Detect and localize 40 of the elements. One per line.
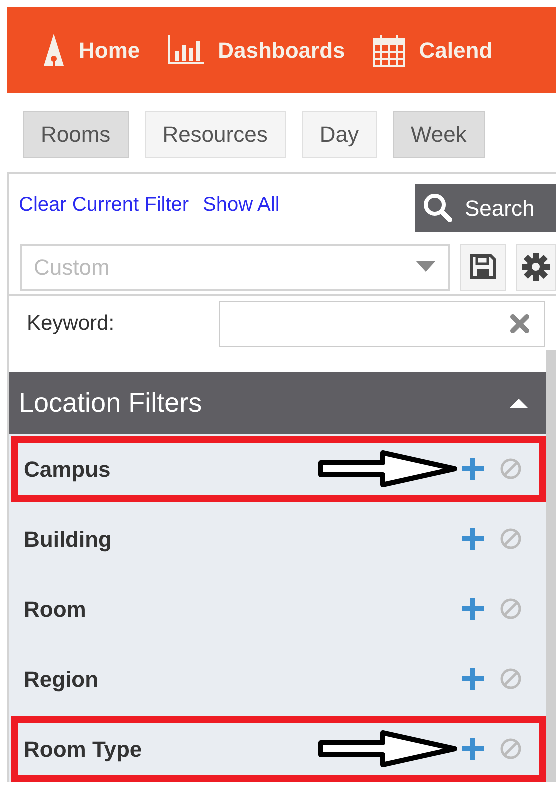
filter-link[interactable]: Clear Current Filter bbox=[19, 190, 190, 220]
disable-icon[interactable] bbox=[500, 668, 522, 690]
section-header[interactable]: Location Filters bbox=[9, 372, 546, 434]
filter-label: Building bbox=[24, 526, 113, 554]
view-tab[interactable]: Rooms bbox=[23, 111, 129, 158]
add-icon[interactable] bbox=[460, 456, 486, 482]
bar-chart-icon bbox=[168, 35, 204, 65]
view-tab[interactable]: Week bbox=[392, 111, 485, 158]
settings-button[interactable] bbox=[516, 244, 556, 290]
search-icon bbox=[423, 193, 453, 223]
add-icon[interactable] bbox=[460, 596, 486, 622]
search-button[interactable]: Search bbox=[415, 184, 556, 232]
add-icon[interactable] bbox=[460, 666, 486, 692]
view-tab[interactable]: Resources bbox=[144, 111, 286, 158]
disable-icon[interactable] bbox=[500, 528, 522, 550]
tower-icon bbox=[43, 33, 65, 67]
filter-label: Room Type bbox=[24, 736, 144, 764]
calendar-icon bbox=[373, 34, 406, 66]
scrollbar[interactable] bbox=[546, 350, 556, 782]
section-title: Location Filters bbox=[19, 386, 202, 420]
filter-label: Campus bbox=[24, 456, 112, 484]
filter-label: Room bbox=[24, 596, 88, 624]
nav-link[interactable]: Home bbox=[43, 33, 140, 67]
keyword-label: Keyword: bbox=[27, 311, 116, 338]
settings-icon bbox=[521, 252, 552, 282]
add-icon[interactable] bbox=[460, 736, 486, 762]
add-icon[interactable] bbox=[460, 526, 486, 552]
view-tab[interactable]: Day bbox=[302, 111, 377, 158]
dropdown-caret-icon bbox=[416, 261, 436, 273]
filter-link[interactable]: Show All bbox=[203, 190, 280, 220]
keyword-input[interactable] bbox=[219, 301, 545, 347]
nav-link[interactable]: Calend bbox=[373, 34, 493, 66]
collapse-caret-icon[interactable] bbox=[510, 398, 528, 408]
disable-icon[interactable] bbox=[500, 598, 522, 620]
filter-label: Region bbox=[24, 666, 100, 694]
nav-link[interactable]: Dashboards bbox=[168, 34, 346, 66]
save-button[interactable] bbox=[460, 244, 506, 290]
clear-icon[interactable] bbox=[510, 314, 530, 334]
disable-icon[interactable] bbox=[500, 458, 522, 480]
disable-icon[interactable] bbox=[500, 738, 522, 760]
